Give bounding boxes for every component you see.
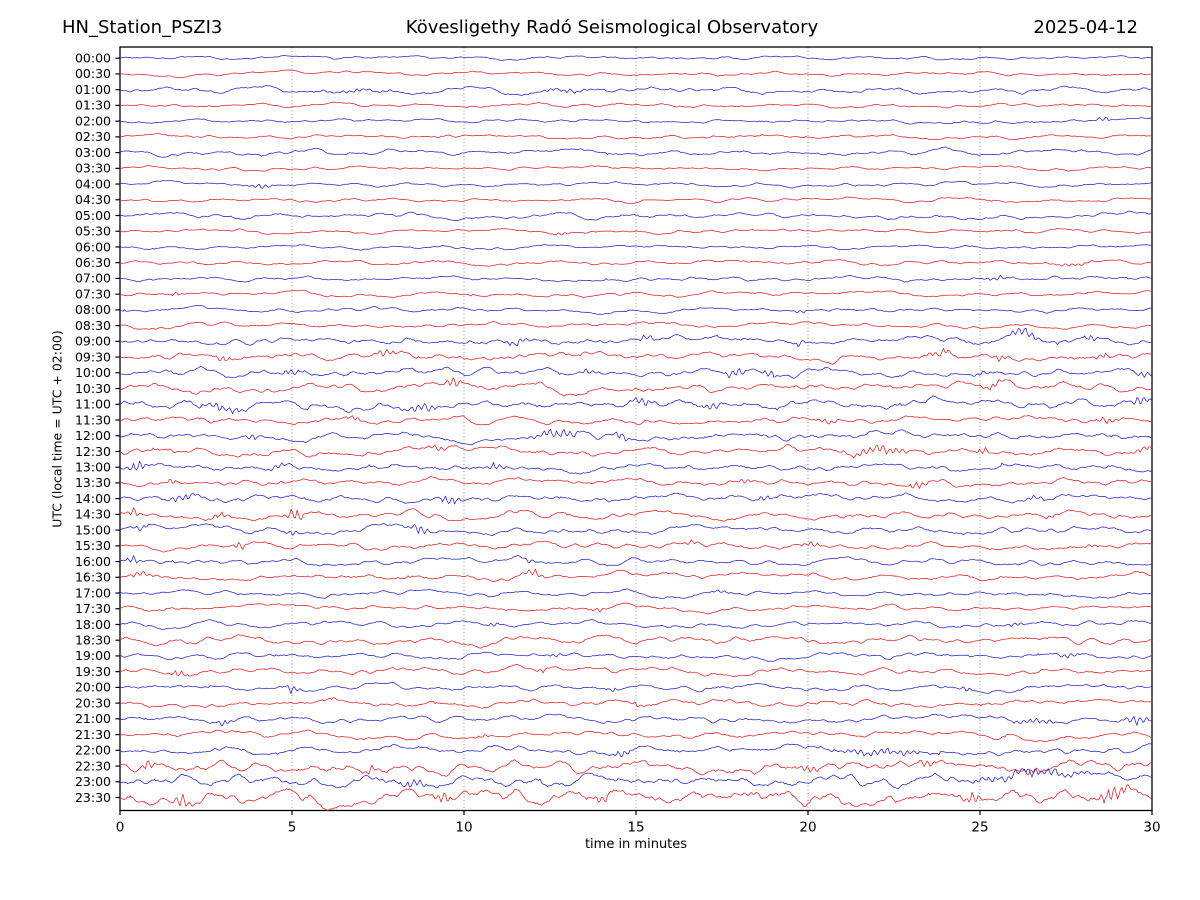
y-tick-label: 01:30 [75,98,111,113]
y-tick-label: 11:30 [75,412,111,427]
y-tick-label: 11:00 [75,397,111,412]
trace-0030 [119,69,1153,79]
trace-1500 [119,523,1153,536]
y-tick-label: 02:00 [75,113,111,128]
trace-1800 [119,619,1153,630]
y-tick-label: 09:30 [75,349,111,364]
y-tick-label: 04:00 [75,176,111,191]
y-tick-label: 07:00 [75,271,111,286]
y-tick-label: 19:00 [75,648,111,663]
y-tick-label: 01:00 [75,82,111,97]
trace-2300 [119,768,1153,789]
y-tick-label: 16:30 [75,570,111,585]
y-tick-label: 17:00 [75,585,111,600]
y-tick-label: 22:30 [75,758,111,773]
trace-2330 [119,784,1153,811]
y-tick-label: 23:30 [75,790,111,805]
y-tick-label: 10:00 [75,365,111,380]
trace-0000 [119,55,1153,61]
y-tick-label: 20:00 [75,680,111,695]
y-tick-label: 10:30 [75,381,111,396]
y-tick-label: 03:30 [75,161,111,176]
seismogram-plot: 0 5 10 15 20 25 30 00:0000:3001:0001:3002:0002:… [75,46,1161,836]
y-tick-label: 08:00 [75,302,111,317]
y-tick-label: 19:30 [75,664,111,679]
y-tick-label: 22:00 [75,743,111,758]
y-tick-label: 18:00 [75,617,111,632]
y-tick-label: 18:30 [75,633,111,648]
trace-0430 [119,196,1153,204]
y-tick-label: 13:00 [75,459,111,474]
x-tick-label: 25 [971,820,988,836]
y-tick-label: 00:00 [75,51,111,66]
x-tick-label: 5 [288,820,297,836]
trace-0400 [119,180,1153,189]
trace-0300 [119,146,1153,158]
y-tick-label: 04:30 [75,192,111,207]
y-tick-label: 05:00 [75,208,111,223]
y-tick-label: 00:30 [75,66,111,81]
x-tick-label: 0 [116,820,125,836]
y-tick-label: 15:00 [75,522,111,537]
y-tick-label: 14:00 [75,491,111,506]
y-tick-label: 09:00 [75,334,111,349]
x-tick-label: 10 [455,820,472,836]
trace-2130 [119,729,1153,743]
y-tick-label: 05:30 [75,224,111,239]
trace-1230 [119,444,1153,459]
trace-1130 [119,415,1153,426]
x-tick-label: 15 [627,820,644,836]
y-tick-label: 20:30 [75,695,111,710]
y-tick-label: 21:00 [75,711,111,726]
y-tick-label: 12:30 [75,444,111,459]
y-tick-label: 23:00 [75,774,111,789]
y-tick-label: 03:00 [75,145,111,160]
y-tick-label: 06:00 [75,239,111,254]
trace-1200 [119,429,1153,446]
y-tick-label: 07:30 [75,286,111,301]
y-tick-label: 02:30 [75,129,111,144]
y-tick-label: 12:00 [75,428,111,443]
y-tick-label: 15:30 [75,538,111,553]
trace-2230 [119,759,1153,777]
y-tick-label: 14:30 [75,507,111,522]
y-tick-label: 21:30 [75,727,111,742]
trace-1400 [119,492,1153,505]
y-tick-label: 17:30 [75,601,111,616]
seismogram-figure: HN_Station_PSZI3 Kövesligethy Radó Seism… [0,0,1200,900]
trace-1600 [119,555,1153,567]
x-tick-label: 20 [799,820,816,836]
y-tick-label: 06:30 [75,255,111,270]
x-tick-label: 30 [1143,820,1160,836]
y-tick-label: 13:30 [75,475,111,490]
y-tick-label: 16:00 [75,554,111,569]
y-tick-label: 08:30 [75,318,111,333]
